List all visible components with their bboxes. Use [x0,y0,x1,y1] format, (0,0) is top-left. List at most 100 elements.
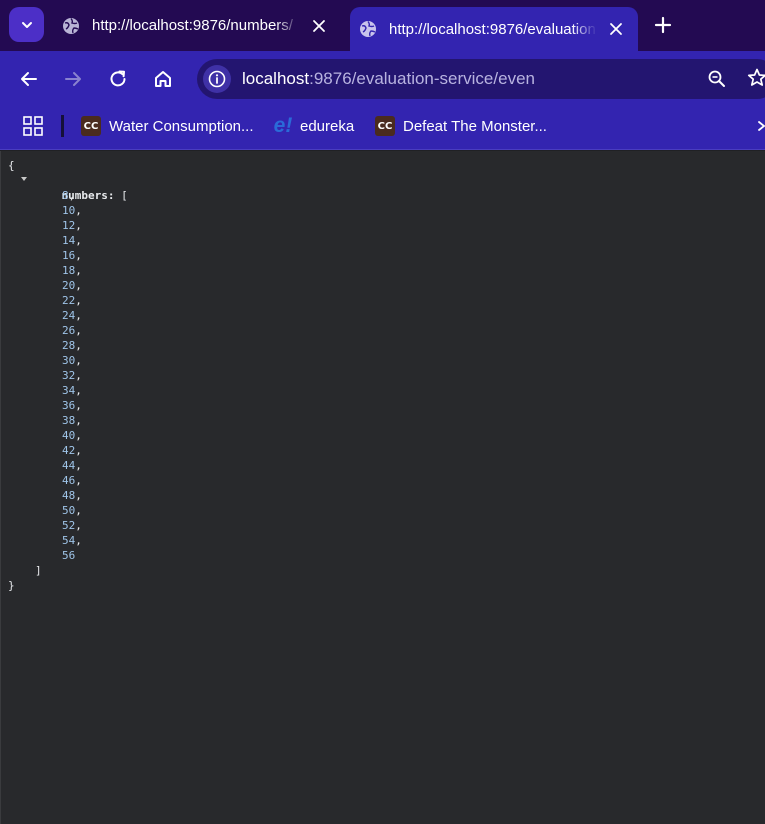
cc-icon: CC [81,116,101,136]
edureka-icon: e! [273,114,293,137]
json-number: 44 [62,459,76,472]
json-array-value: 36, [62,398,82,413]
json-comma: , [75,339,82,352]
json-close-bracket: ] [35,564,42,577]
json-comma: , [75,309,82,322]
json-comma: , [75,444,82,457]
json-number: 48 [62,489,76,502]
json-array-value: 52, [62,518,82,533]
json-array-value: 56 [62,548,75,563]
json-array-value: 20, [62,278,82,293]
tab-search-button[interactable] [9,7,44,42]
json-comma: , [75,219,82,232]
close-icon[interactable] [609,22,623,36]
json-comma: , [75,354,82,367]
json-number: 52 [62,519,76,532]
json-close-brace: } [8,579,15,592]
json-comma: , [75,414,82,427]
tab-evaluation[interactable]: http://localhost:9876/evaluation [350,7,638,51]
json-number: 40 [62,429,76,442]
json-array-value: 42, [62,443,82,458]
back-arrow-icon[interactable] [17,67,41,91]
json-comma: , [75,324,82,337]
bookmarks-overflow-chevron-icon[interactable] [756,120,765,132]
json-comma: , [75,369,82,382]
url-host: localhost [242,69,310,88]
cc-icon: CC [375,116,395,136]
json-number: 22 [62,294,76,307]
home-icon[interactable] [151,67,175,91]
json-array-value: 48, [62,488,82,503]
bookmark-edureka[interactable]: e! edureka [272,113,355,139]
json-array-value: 8, [62,188,75,203]
json-number: 24 [62,309,76,322]
zoom-icon[interactable] [707,69,727,89]
json-array-value: 40, [62,428,82,443]
new-tab-plus-icon[interactable] [652,14,674,36]
json-number: 36 [62,399,76,412]
json-key-line: numbers: [ [35,173,128,202]
json-number: 8 [62,189,69,202]
json-comma: , [75,489,82,502]
bookmark-water-consumption[interactable]: CC Water Consumption... [81,113,254,139]
bookmark-label: edureka [300,117,355,135]
json-number: 28 [62,339,76,352]
info-icon [208,70,226,88]
json-number: 10 [62,204,76,217]
json-array-value: 10, [62,203,82,218]
url-text[interactable]: localhost:9876/evaluation-service/even [242,69,535,89]
json-array-value: 22, [62,293,82,308]
url-path: :9876/evaluation-service/even [309,69,535,88]
json-comma: , [75,204,82,217]
json-array-value: 38, [62,413,82,428]
bookmark-defeat-the-monster[interactable]: CC Defeat The Monster... [375,113,547,139]
reload-icon[interactable] [106,67,130,91]
json-array-value: 34, [62,383,82,398]
json-comma: , [75,384,82,397]
json-array-value: 54, [62,533,82,548]
json-comma: , [75,234,82,247]
json-comma: , [75,474,82,487]
json-array-value: 50, [62,503,82,518]
json-array-value: 16, [62,248,82,263]
json-number: 56 [62,549,76,562]
address-bar[interactable]: localhost:9876/evaluation-service/even [197,59,765,99]
json-array-value: 28, [62,338,82,353]
collapse-triangle-icon[interactable] [21,177,27,181]
json-number: 20 [62,279,76,292]
tab-strip: http://localhost:9876/numbers/ http://lo… [0,0,765,51]
bookmark-star-icon[interactable] [746,67,765,89]
globe-icon [63,17,79,34]
json-array-value: 12, [62,218,82,233]
apps-grid-icon[interactable] [23,116,43,136]
json-number: 30 [62,354,76,367]
forward-arrow-icon[interactable] [61,67,85,91]
json-number: 18 [62,264,76,277]
json-array-value: 32, [62,368,82,383]
json-open-bracket: [ [121,189,128,202]
site-info-button[interactable] [203,65,231,93]
json-comma: , [75,249,82,262]
json-number: 34 [62,384,76,397]
tab-title: http://localhost:9876/numbers/ [92,17,293,34]
json-comma: , [75,534,82,547]
bookmark-separator [61,115,64,137]
bookmark-label: Water Consumption... [109,117,254,135]
json-comma: , [75,399,82,412]
json-comma: , [75,459,82,472]
json-number: 50 [62,504,76,517]
close-icon[interactable] [312,19,326,33]
json-number: 12 [62,219,76,232]
json-number: 14 [62,234,76,247]
toolbar: localhost:9876/evaluation-service/even [0,51,765,107]
json-comma: , [75,429,82,442]
json-array-value: 46, [62,473,82,488]
json-viewer: { numbers: [ 8, 10, 12, 14, 16, 18, 20, 22, 24, 2… [0,151,765,824]
json-number: 42 [62,444,76,457]
json-comma: , [68,189,76,202]
json-number: 54 [62,534,76,547]
json-comma: , [75,294,82,307]
json-comma: , [75,279,82,292]
json-open-brace: { [8,159,15,172]
tab-numbers[interactable]: http://localhost:9876/numbers/ [55,7,340,44]
